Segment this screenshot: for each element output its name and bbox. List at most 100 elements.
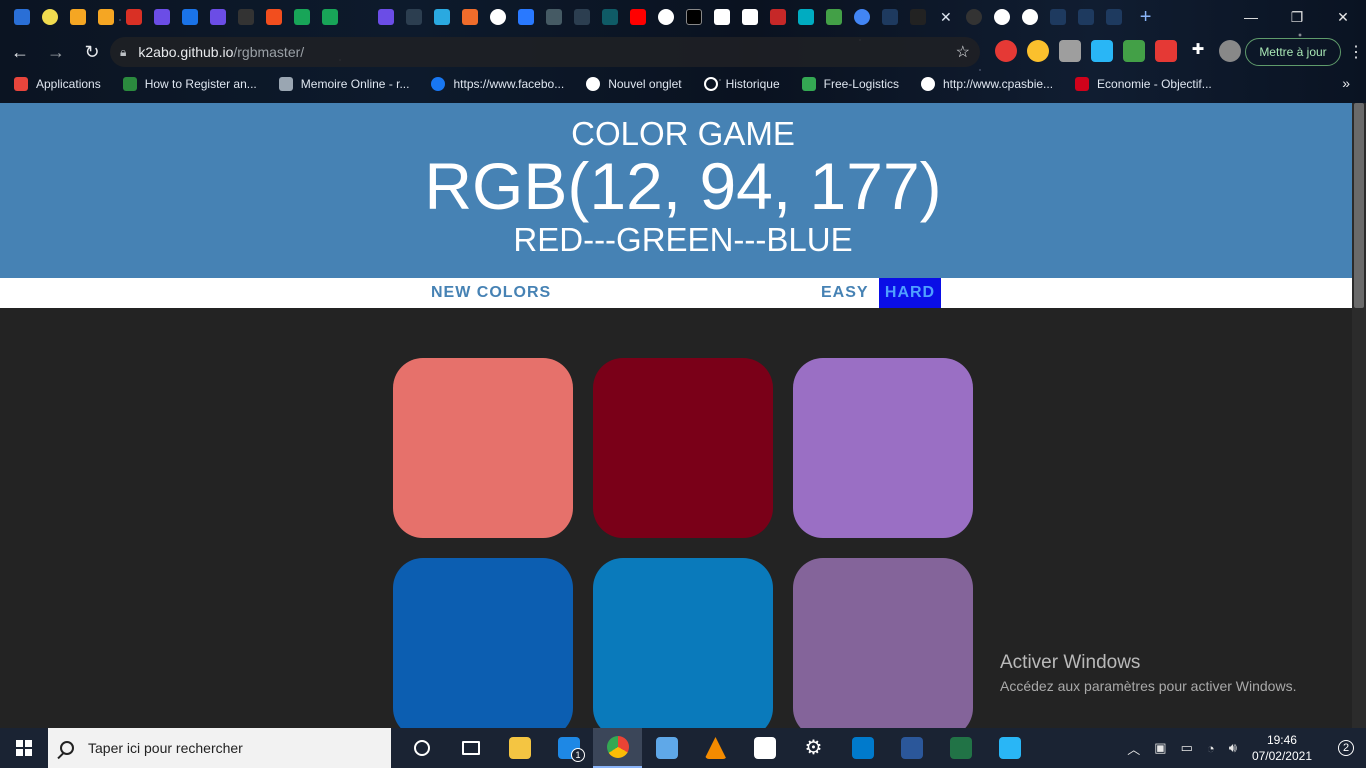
forward-icon[interactable]: → <box>40 36 72 68</box>
tab-favicon-d[interactable] <box>210 9 226 25</box>
tab-favicon-d[interactable] <box>378 9 394 25</box>
menu-icon[interactable]: ⋮ <box>1348 42 1364 62</box>
volume-icon[interactable]: 🔊︎ <box>1229 740 1237 756</box>
new-tab-icon[interactable]: + <box>1140 6 1152 29</box>
cortana-icon[interactable] <box>397 728 446 768</box>
tab-favicon-n[interactable] <box>1077 9 1094 25</box>
bookmark-item[interactable]: Free-Logistics <box>801 77 899 91</box>
task-view-icon[interactable] <box>446 728 495 768</box>
tab-favicon-n[interactable] <box>1049 9 1066 25</box>
excel-icon[interactable] <box>936 728 985 768</box>
color-square-6[interactable] <box>793 558 973 728</box>
tab-favicon-d[interactable] <box>154 9 170 25</box>
extension-icon[interactable] <box>1155 40 1177 62</box>
tab-favicon-figma[interactable] <box>266 9 282 25</box>
tab-favicon-the-word[interactable] <box>910 9 926 25</box>
extension-icon[interactable] <box>1091 40 1113 62</box>
back-icon[interactable]: ← <box>4 36 36 68</box>
chevron-up-icon[interactable]: ︿ <box>1127 739 1140 758</box>
puzzle-icon[interactable]: ✚ <box>1187 40 1209 62</box>
bookmark-applications[interactable]: Applications <box>14 77 101 91</box>
address-bar[interactable]: 🔒︎ k2abo.github.io /rgbmaster/ ☆ <box>110 37 980 67</box>
app-icon[interactable] <box>985 728 1034 768</box>
close-window-icon[interactable]: ✕ <box>1320 0 1366 34</box>
tab-favicon-n[interactable] <box>1105 9 1122 25</box>
bookmark-item[interactable]: Nouvel onglet <box>586 77 682 91</box>
tab-favicon-c[interactable] <box>182 9 198 25</box>
tab-favicon-cv[interactable] <box>434 9 450 25</box>
battery-icon[interactable]: ▭ <box>1181 740 1193 756</box>
taskbar-search[interactable]: Taper ici pour rechercher <box>48 728 391 768</box>
tab-favicon-globe[interactable] <box>490 9 506 25</box>
restore-icon[interactable]: ❐ <box>1274 0 1320 34</box>
bookmark-item[interactable]: How to Register an... <box>122 77 257 91</box>
bookmark-item[interactable]: Historique <box>703 77 780 91</box>
tab-favicon-youtube[interactable] <box>630 9 646 25</box>
color-square-2[interactable] <box>593 358 773 538</box>
bookmark-item[interactable]: Memoire Online - r... <box>278 77 409 91</box>
tab-favicon-react[interactable] <box>406 9 422 25</box>
minimize-icon[interactable]: — <box>1228 0 1274 34</box>
easy-mode-button[interactable]: EASY <box>815 278 875 308</box>
tab-close-icon[interactable]: ✕ <box>940 9 952 26</box>
avatar[interactable] <box>1219 40 1241 62</box>
meet-now-icon[interactable]: ▣ <box>1154 740 1166 756</box>
tab-favicon-meet[interactable] <box>854 9 870 25</box>
tab-favicon-js[interactable] <box>42 9 58 25</box>
mail-icon[interactable]: 1 <box>544 728 593 768</box>
tab-favicon-gmail[interactable] <box>126 9 142 25</box>
tab-favicon-link[interactable] <box>518 9 534 25</box>
bookmark-item[interactable]: Economie - Objectif... <box>1075 77 1212 91</box>
start-button[interactable] <box>0 728 48 768</box>
vlc-icon[interactable] <box>691 728 740 768</box>
lock-icon[interactable]: 🔒︎ <box>120 45 126 60</box>
extension-icon[interactable] <box>1027 40 1049 62</box>
tab-favicon-lp[interactable] <box>714 9 730 25</box>
tab-favicon-firebase[interactable] <box>98 9 114 25</box>
hard-mode-button[interactable]: HARD <box>879 278 941 308</box>
tab-favicon[interactable] <box>14 9 30 25</box>
scrollbar-thumb[interactable] <box>1354 103 1364 308</box>
word-icon[interactable] <box>887 728 936 768</box>
tab-favicon-google[interactable] <box>1021 9 1038 25</box>
bookmark-item[interactable]: https://www.facebo... <box>431 77 564 91</box>
bookmark-star-icon[interactable]: ☆ <box>956 42 970 62</box>
bookmarks-overflow-icon[interactable]: » <box>1342 75 1350 91</box>
update-button[interactable]: Mettre à jour <box>1245 38 1341 66</box>
tab-favicon-n[interactable] <box>882 9 898 25</box>
tab-favicon-i[interactable] <box>826 9 842 25</box>
tab-favicon-blank[interactable] <box>350 9 366 25</box>
extension-icon[interactable] <box>995 40 1017 62</box>
tab-favicon-globe[interactable] <box>993 9 1010 25</box>
download-icon[interactable] <box>1123 40 1145 62</box>
tab-favicon-react[interactable] <box>574 9 590 25</box>
tab-favicon-s[interactable] <box>770 9 786 25</box>
tab-favicon-flutter[interactable] <box>546 9 562 25</box>
color-square-3[interactable] <box>793 358 973 538</box>
color-square-5[interactable] <box>593 558 773 728</box>
store-icon[interactable] <box>740 728 789 768</box>
tab-favicon-a[interactable] <box>238 9 254 25</box>
tab-favicon-loading[interactable] <box>965 9 982 25</box>
file-explorer-icon[interactable] <box>495 728 544 768</box>
color-square-4[interactable] <box>393 558 573 728</box>
tab-favicon-app[interactable] <box>602 9 618 25</box>
wifi-icon[interactable]: ◔ <box>1207 741 1215 756</box>
tab-favicon-firebase[interactable] <box>70 9 86 25</box>
reload-icon[interactable]: ↻ <box>76 36 108 68</box>
chrome-icon[interactable] <box>593 728 642 768</box>
tab-favicon-dev[interactable] <box>686 9 702 25</box>
new-colors-button[interactable]: NEW COLORS <box>425 278 557 308</box>
clock[interactable]: 19:46 07/02/2021 <box>1252 732 1312 764</box>
color-square-1[interactable] <box>393 358 573 538</box>
tab-favicon-w[interactable] <box>294 9 310 25</box>
tab-favicon-lp[interactable] <box>742 9 758 25</box>
camera-icon[interactable] <box>1059 40 1081 62</box>
vscode-icon[interactable] <box>838 728 887 768</box>
tab-favicon-html[interactable] <box>462 9 478 25</box>
pc-icon[interactable] <box>642 728 691 768</box>
tab-favicon-globe[interactable] <box>658 9 674 25</box>
page-scrollbar[interactable] <box>1352 103 1366 728</box>
bookmark-item[interactable]: http://www.cpasbie... <box>920 77 1053 91</box>
tab-favicon-d[interactable] <box>798 9 814 25</box>
